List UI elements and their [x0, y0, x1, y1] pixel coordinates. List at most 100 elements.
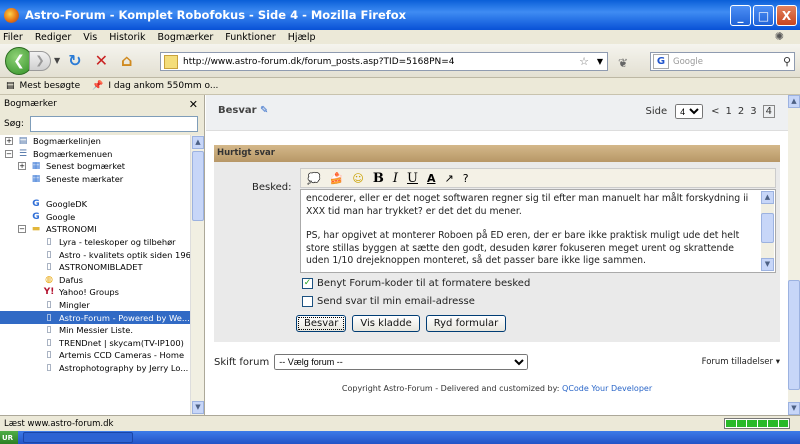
scroll-down-icon[interactable]: ▼ — [761, 258, 774, 271]
bookmark-tree-item[interactable]: ▯ Mingler — [0, 299, 190, 312]
url-bar[interactable]: http://www.astro-forum.dk/forum_posts.as… — [160, 52, 608, 71]
sidebar-search-input[interactable] — [29, 116, 198, 132]
bookmark-tree-item[interactable]: ▯ Astro - kvalitets optik siden 1965 — [0, 248, 190, 261]
bookmark-item[interactable]: I dag ankom 550mm o... — [108, 81, 218, 91]
bookmark-tree-item[interactable]: ◍ Dafus — [0, 274, 190, 287]
url-dropdown-icon[interactable]: ▼ — [597, 57, 603, 66]
start-button[interactable]: UR — [0, 431, 18, 444]
bookmarks-tree: + ▤ Bogmærkelinjen − ☰ Bogmærkemenuen + ▦ Senest… — [0, 135, 190, 415]
bookmark-tree-item[interactable] — [0, 185, 190, 198]
expand-icon[interactable]: + — [18, 162, 26, 171]
font-color-button[interactable]: A — [427, 172, 436, 185]
scroll-thumb[interactable] — [192, 151, 204, 221]
smart-folder-icon: ▦ — [31, 174, 41, 185]
page-link-3[interactable]: 3 — [750, 106, 756, 117]
bold-button[interactable]: B — [373, 171, 384, 186]
message-textarea[interactable]: encoderer, eller er det noget softwaren … — [300, 189, 776, 273]
scroll-thumb[interactable] — [788, 280, 800, 390]
image-icon[interactable]: 🍰 — [330, 172, 344, 185]
sidebar-close-icon[interactable]: ✕ — [189, 98, 198, 111]
bookmark-tree-item[interactable]: + ▤ Bogmærkelinjen — [0, 135, 190, 148]
scroll-up-icon[interactable]: ▲ — [192, 136, 204, 149]
bookmark-tree-item[interactable]: ▯ Lyra - teleskoper og tilbehør — [0, 236, 190, 249]
forum-select[interactable]: -- Vælg forum -- — [274, 354, 529, 370]
menu-hjaelp[interactable]: Hjælp — [288, 32, 316, 43]
menu-historik[interactable]: Historik — [109, 32, 145, 43]
search-box[interactable]: G Google ⚲ — [650, 52, 795, 71]
google-icon: G — [32, 199, 40, 210]
menu-bogmaerker[interactable]: Bogmærker — [158, 32, 214, 43]
italic-button[interactable]: I — [393, 171, 398, 186]
bookmark-tree-item[interactable]: − ▬ ASTRONOMI — [0, 223, 190, 236]
bookmark-tree-item[interactable]: ▯ Min Messier Liste. — [0, 324, 190, 337]
sidebar-search-label: Søg: — [4, 119, 24, 129]
forum-codes-checkbox[interactable]: ✓ — [302, 278, 313, 289]
site-favicon-icon — [164, 54, 178, 69]
collapse-icon[interactable]: − — [5, 149, 13, 158]
bookmark-tree-item[interactable]: ▯ ASTRONOMIBLADET — [0, 261, 190, 274]
addon-icon[interactable]: ❦ — [618, 56, 628, 70]
bookmark-tree-item[interactable]: ▯ TRENDnet | skycam(TV-IP100) — [0, 337, 190, 350]
scroll-thumb[interactable] — [761, 213, 774, 243]
close-button[interactable]: X — [776, 5, 797, 26]
yahoo-icon: Y! — [43, 287, 55, 298]
menu-rediger[interactable]: Rediger — [35, 32, 71, 43]
underline-button[interactable]: U — [407, 171, 418, 186]
page-select[interactable]: 4 — [675, 104, 704, 119]
search-engine-icon[interactable]: G — [653, 54, 669, 69]
developer-link[interactable]: QCode Your Developer — [562, 384, 652, 393]
reload-icon[interactable]: ↻ — [68, 51, 81, 70]
search-icon[interactable]: ⚲ — [783, 55, 791, 68]
insert-link-icon[interactable]: ↗ — [445, 172, 454, 185]
scroll-down-icon[interactable]: ▼ — [192, 401, 204, 414]
bookmark-tree-item[interactable]: + ▦ Senest bogmærket — [0, 160, 190, 173]
sidebar-scrollbar[interactable]: ▲ ▼ — [190, 135, 204, 415]
expand-icon[interactable]: + — [5, 137, 13, 146]
forward-button[interactable]: ❯ — [29, 50, 51, 71]
maximize-button[interactable]: □ — [753, 5, 774, 26]
scroll-down-icon[interactable]: ▼ — [788, 402, 800, 415]
bookmark-most-visited[interactable]: Mest besøgte — [20, 81, 81, 91]
help-icon[interactable]: ? — [463, 172, 469, 185]
bookmark-tree-label: Bogmærkelinjen — [33, 136, 101, 147]
collapse-icon[interactable]: − — [18, 225, 26, 234]
thought-icon[interactable]: 💭 — [307, 172, 321, 185]
smiley-icon[interactable]: ☺ — [352, 172, 363, 185]
taskbar: UR — [0, 431, 800, 444]
preview-button[interactable]: Vis kladde — [352, 315, 420, 332]
bookmark-tree-item[interactable]: Y! Yahoo! Groups — [0, 286, 190, 299]
textarea-scrollbar[interactable]: ▲ ▼ — [761, 191, 774, 271]
page-link-2[interactable]: 2 — [738, 106, 744, 117]
email-checkbox-row[interactable]: Send svar til min email-adresse — [302, 296, 475, 307]
history-dropdown-icon[interactable]: ▼ — [54, 56, 60, 65]
bookmark-tree-item[interactable]: − ☰ Bogmærkemenuen — [0, 148, 190, 161]
prev-page-link[interactable]: < — [711, 106, 719, 117]
page-scrollbar[interactable]: ▲ ▼ — [788, 95, 800, 415]
forum-codes-checkbox-row[interactable]: ✓ Benyt Forum-koder til at formatere bes… — [302, 278, 530, 289]
minimize-button[interactable]: _ — [730, 5, 751, 26]
clear-form-button[interactable]: Ryd formular — [425, 315, 507, 332]
stop-icon[interactable]: ✕ — [95, 51, 108, 70]
scroll-up-icon[interactable]: ▲ — [761, 191, 774, 204]
bookmark-tree-item[interactable]: ▯ Artemis CCD Cameras - Home — [0, 349, 190, 362]
bookmark-tree-item[interactable]: G GoogleDK — [0, 198, 190, 211]
bookmark-tree-item[interactable]: ▯ Astro-Forum - Powered by We... — [0, 311, 190, 324]
home-icon[interactable]: ⌂ — [121, 51, 132, 70]
scroll-up-icon[interactable]: ▲ — [788, 95, 800, 108]
bookmark-star-icon[interactable]: ☆ — [579, 55, 589, 68]
menu-funktioner[interactable]: Funktioner — [225, 32, 275, 43]
bookmark-tree-item[interactable]: ▯ Astrophotography by Jerry Lo... — [0, 362, 190, 375]
taskbar-item[interactable] — [23, 432, 133, 443]
menu-vis[interactable]: Vis — [83, 32, 97, 43]
bookmark-tree-label: Astro-Forum - Powered by We... — [59, 312, 190, 323]
bookmark-tree-item[interactable]: G Google — [0, 211, 190, 224]
email-checkbox[interactable] — [302, 296, 313, 307]
reply-link[interactable]: Besvar ✎ — [218, 105, 268, 116]
page-content: Besvar ✎ Side 4 < 1 2 3 4 Hurtigt svar B… — [206, 95, 788, 415]
submit-reply-button[interactable]: Besvar — [296, 315, 347, 332]
bookmark-tree-item[interactable]: ▦ Seneste mærkater — [0, 173, 190, 186]
menu-filer[interactable]: Filer — [3, 32, 23, 43]
page-link-1[interactable]: 1 — [726, 106, 732, 117]
dafus-icon: ◍ — [45, 274, 53, 285]
forum-permissions-link[interactable]: Forum tilladelser ▾ — [702, 357, 780, 367]
